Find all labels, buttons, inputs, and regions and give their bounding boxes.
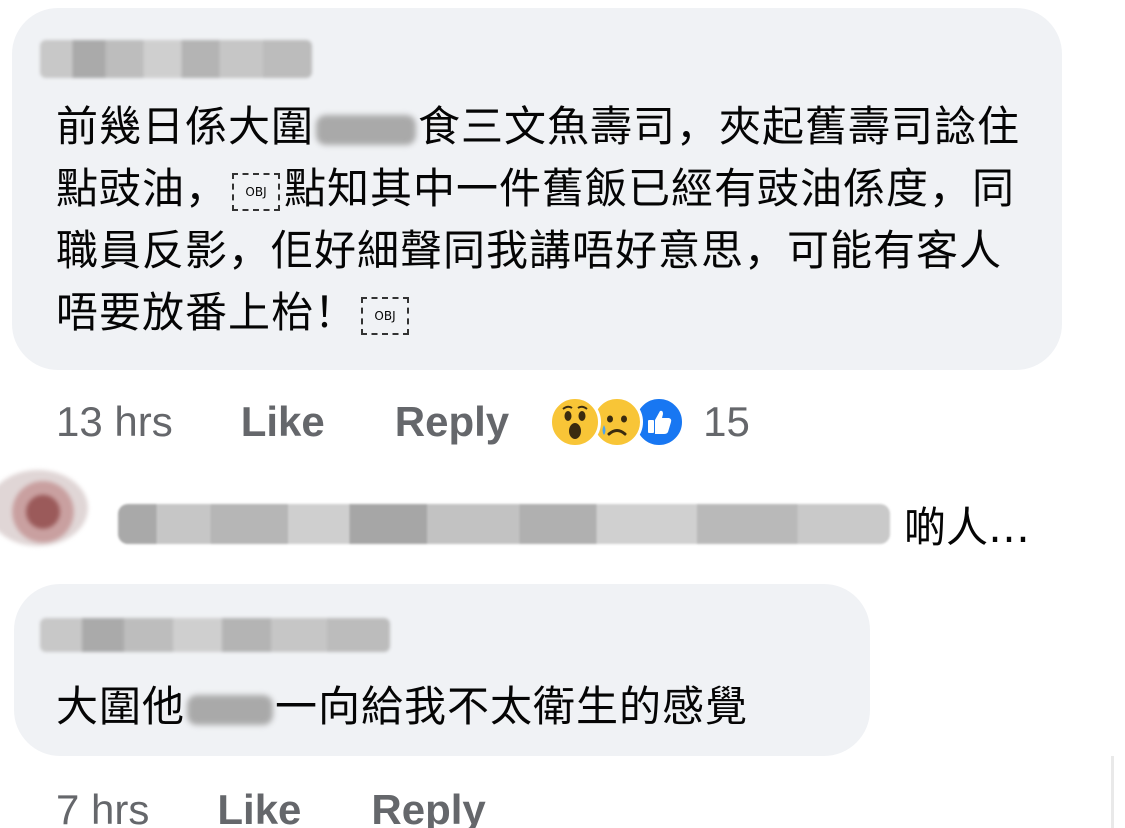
avatar[interactable] [0,470,88,546]
reply-preview[interactable]: 啲人… [0,470,1125,552]
redacted-text [316,114,417,145]
comments-page: 前幾日係大圍 食三文魚壽司，夾起舊壽司諗住點豉油， OBJ 點知其中一件舊飯已經有豉油… [0,0,1125,828]
reply-preview-text: 啲人… [904,503,1031,552]
like-button[interactable]: Like [217,786,301,828]
redacted-text [187,694,274,725]
comment-timestamp[interactable]: 7 hrs [56,786,149,828]
comment-actions: 7 hrs Like Reply [56,782,556,828]
reaction-count: 15 [703,398,750,445]
comment-timestamp[interactable]: 13 hrs [56,398,173,446]
like-button[interactable]: Like [241,398,325,446]
reply-button[interactable]: Reply [395,398,509,446]
divider [1111,756,1114,828]
comment-text: 大圍他 一向給我不太衛生的感覺 [56,676,856,738]
comment-actions: 13 hrs Like Reply 15 [56,394,750,450]
reply-button[interactable]: Reply [371,786,485,828]
reactions-summary[interactable]: 15 [549,396,750,448]
comment-text: 前幾日係大圍 食三文魚壽司，夾起舊壽司諗住點豉油， OBJ 點知其中一件舊飯已經有豉油… [56,96,1041,344]
comment-text-part: 大圍他 [56,682,186,731]
author-name-redacted[interactable] [40,618,390,652]
obj-placeholder-icon: OBJ [361,296,410,335]
author-name-redacted[interactable] [40,40,312,78]
obj-placeholder-icon: OBJ [232,172,281,211]
comment-text-part: 一向給我不太衛生的感覺 [275,682,749,731]
redacted-reply-text [118,504,890,544]
wow-icon [549,396,602,448]
comment-text-part: 前幾日係大圍 [56,102,315,151]
